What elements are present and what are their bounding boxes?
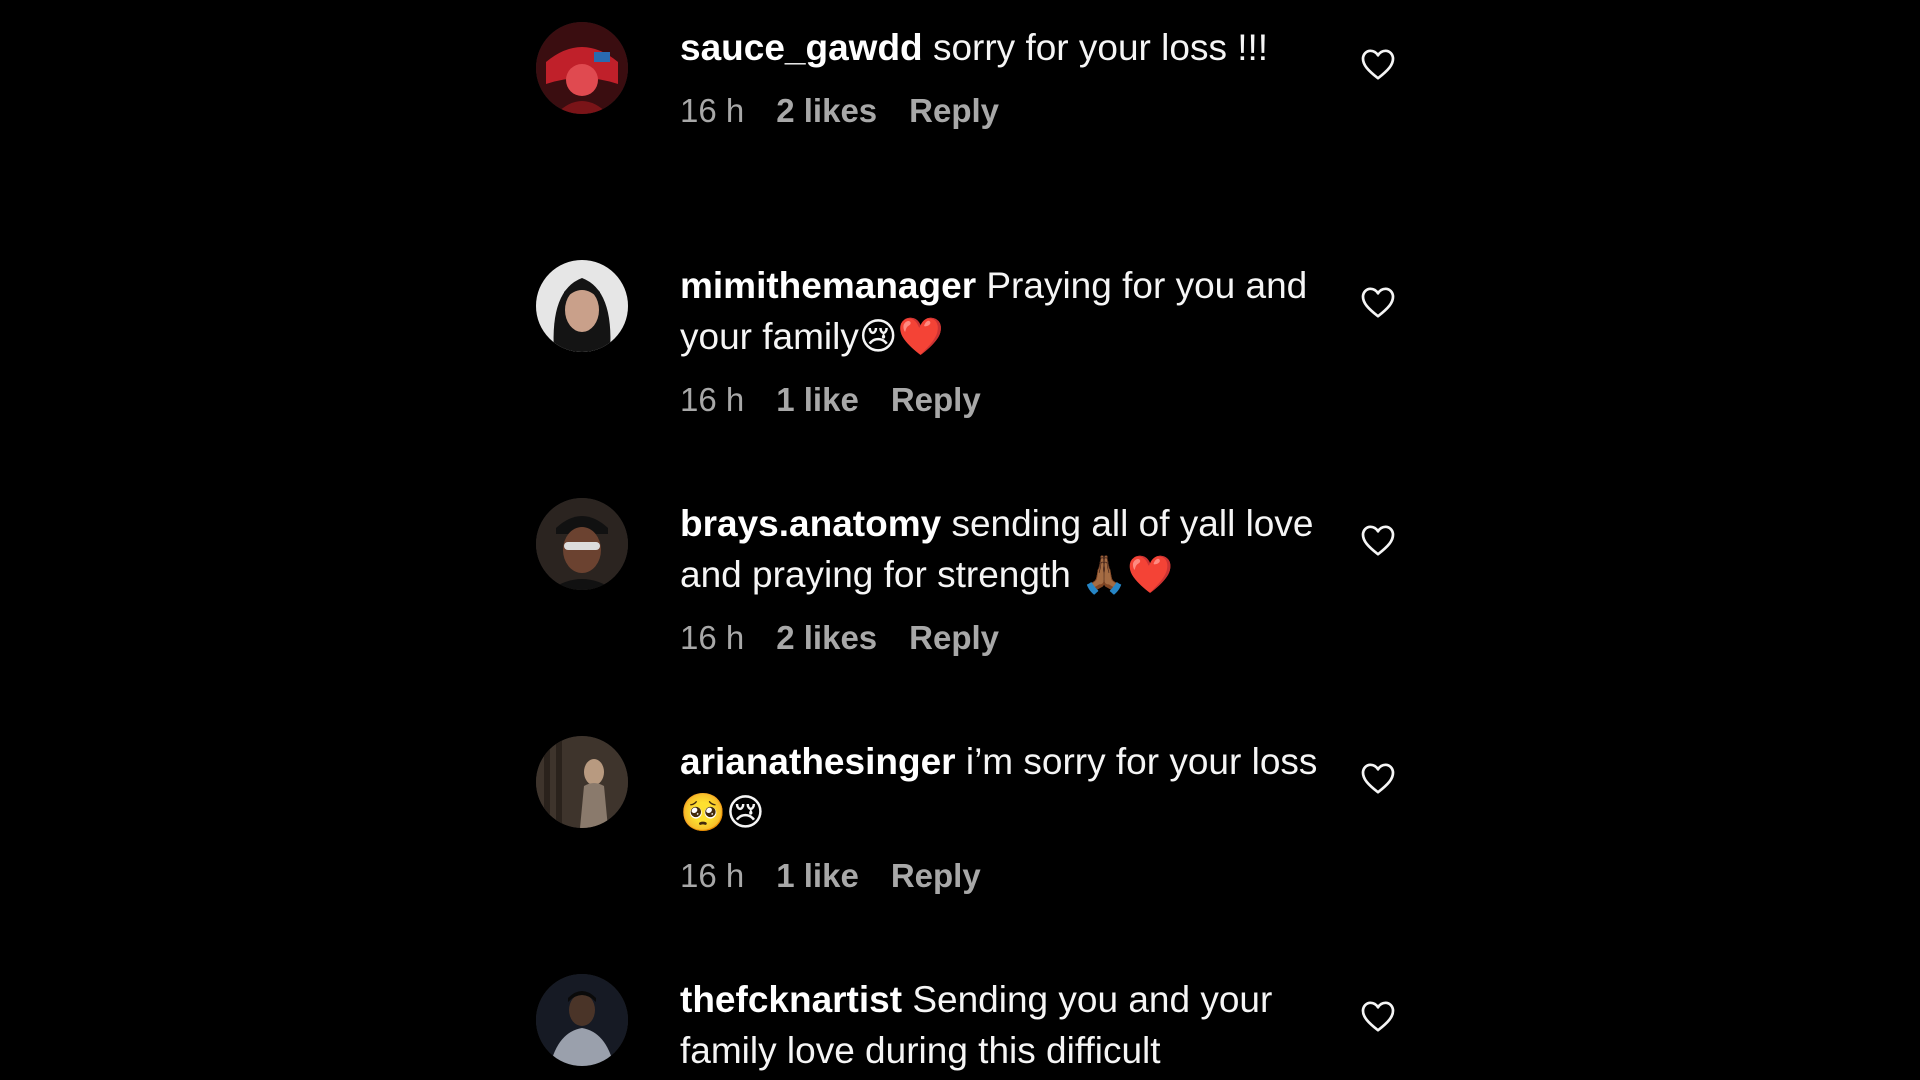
comment-likes-count[interactable]: 2 likes	[776, 92, 877, 129]
comment-body: arianathesinger i’m sorry for your loss🥺…	[680, 736, 1340, 896]
avatar[interactable]	[536, 260, 628, 352]
comment-text: arianathesinger i’m sorry for your loss🥺…	[680, 736, 1340, 838]
heart-outline-icon	[1361, 525, 1395, 556]
avatar-image	[536, 974, 628, 1066]
heart-outline-icon	[1361, 1001, 1395, 1032]
comment-likes-count[interactable]: 1 like	[776, 857, 859, 894]
comment-item: brays.anatomy sending all of yall love a…	[536, 476, 1406, 714]
reply-button[interactable]: Reply	[891, 381, 981, 418]
comment-body: mimithemanager Praying for you and your …	[680, 260, 1340, 420]
reply-button[interactable]: Reply	[909, 92, 999, 129]
comment-username[interactable]: brays.anatomy	[680, 503, 941, 544]
like-button[interactable]	[1360, 47, 1396, 81]
avatar[interactable]	[536, 736, 628, 828]
heart-outline-icon	[1361, 763, 1395, 794]
comment-item: thefcknartist Sending you and your famil…	[536, 952, 1406, 1080]
avatar[interactable]	[536, 974, 628, 1066]
like-button[interactable]	[1360, 999, 1396, 1033]
heart-outline-icon	[1361, 287, 1395, 318]
comment-timestamp: 16 h	[680, 381, 745, 418]
comment-item: mimithemanager Praying for you and your …	[536, 238, 1406, 476]
comment-text: brays.anatomy sending all of yall love a…	[680, 498, 1340, 600]
comment-message: sorry for your loss !!!	[932, 27, 1269, 68]
avatar-image	[536, 22, 628, 114]
comment-meta: 16 h 2 likes Reply	[680, 618, 1340, 658]
avatar-image	[536, 498, 628, 590]
comment-body: thefcknartist Sending you and your famil…	[680, 974, 1340, 1076]
comment-username[interactable]: sauce_gawdd	[680, 27, 923, 68]
avatar-image	[536, 260, 628, 352]
comment-item: arianathesinger i’m sorry for your loss🥺…	[536, 714, 1406, 952]
comment-username[interactable]: arianathesinger	[680, 741, 956, 782]
comment-list: sauce_gawdd sorry for your loss !!! 16 h…	[0, 0, 1920, 1080]
comment-text: sauce_gawdd sorry for your loss !!!	[680, 22, 1340, 73]
comment-timestamp: 16 h	[680, 92, 745, 129]
like-button[interactable]	[1360, 285, 1396, 319]
avatar[interactable]	[536, 22, 628, 114]
avatar[interactable]	[536, 498, 628, 590]
comment-timestamp: 16 h	[680, 857, 745, 894]
comment-username[interactable]: mimithemanager	[680, 265, 976, 306]
comment-timestamp: 16 h	[680, 619, 745, 656]
comment-item: sauce_gawdd sorry for your loss !!! 16 h…	[536, 0, 1406, 238]
comment-body: sauce_gawdd sorry for your loss !!! 16 h…	[680, 22, 1340, 131]
comment-likes-count[interactable]: 1 like	[776, 381, 859, 418]
comment-meta: 16 h 1 like Reply	[680, 380, 1340, 420]
comment-meta: 16 h 1 like Reply	[680, 856, 1340, 896]
reply-button[interactable]: Reply	[891, 857, 981, 894]
heart-outline-icon	[1361, 49, 1395, 80]
comment-body: brays.anatomy sending all of yall love a…	[680, 498, 1340, 658]
comment-meta: 16 h 2 likes Reply	[680, 91, 1340, 131]
comment-text: thefcknartist Sending you and your famil…	[680, 974, 1340, 1076]
like-button[interactable]	[1360, 523, 1396, 557]
avatar-image	[536, 736, 628, 828]
like-button[interactable]	[1360, 761, 1396, 795]
comment-likes-count[interactable]: 2 likes	[776, 619, 877, 656]
comment-text: mimithemanager Praying for you and your …	[680, 260, 1340, 362]
reply-button[interactable]: Reply	[909, 619, 999, 656]
comment-username[interactable]: thefcknartist	[680, 979, 902, 1020]
